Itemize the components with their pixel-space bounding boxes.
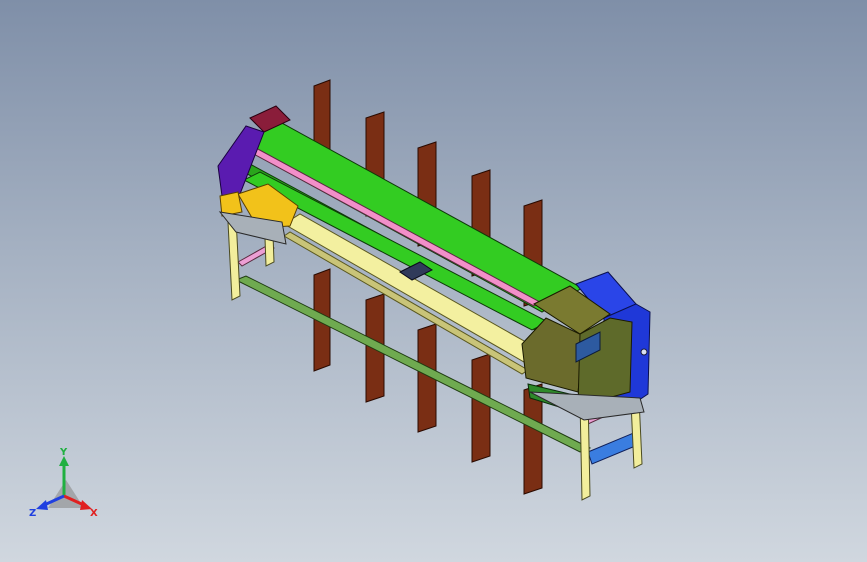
power-button [640, 348, 648, 356]
z-axis-arrow [36, 500, 48, 510]
right-panel [577, 317, 633, 407]
y-axis-label: Y [59, 447, 68, 458]
axis-triad: Y X Z [29, 447, 98, 519]
cad-viewport[interactable]: Y X Z [0, 0, 867, 562]
printer-model-3d[interactable] [0, 0, 867, 562]
x-axis-label: X [90, 508, 98, 519]
z-axis-label: Z [29, 508, 36, 519]
post-4-lower [471, 353, 491, 463]
